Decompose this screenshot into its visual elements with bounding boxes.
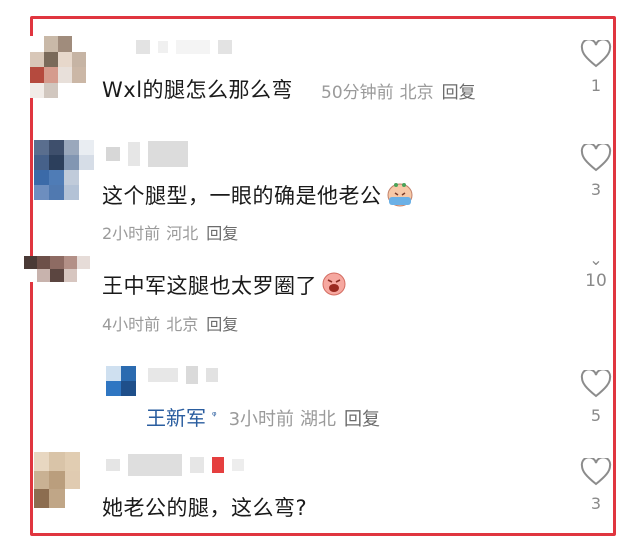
comment-time: 50分钟前 — [321, 83, 394, 103]
comment-time: 2小时前 — [102, 224, 161, 243]
comment-time: 3小时前 — [228, 409, 295, 430]
like-button[interactable]: 3 — [576, 458, 616, 513]
username-blurred[interactable] — [106, 454, 244, 476]
reply-button[interactable]: 回复 — [344, 409, 380, 430]
crying-face-emoji — [386, 181, 414, 212]
username-blurred[interactable] — [136, 40, 232, 54]
reply-button[interactable]: 回复 — [442, 83, 476, 103]
reply-meta: 王新军 ᵠ 3小时前 湖北 回复 — [146, 402, 380, 431]
like-count: 3 — [590, 180, 602, 199]
like-button[interactable]: 3 — [576, 144, 616, 199]
heart-icon — [580, 370, 612, 398]
username-blurred[interactable] — [106, 141, 188, 167]
like-button[interactable]: 1 — [576, 40, 616, 95]
reply-button[interactable]: 回复 — [206, 315, 238, 334]
comment-time: 4小时前 — [102, 315, 161, 334]
comment-text-body: 这个腿型，一眼的确是他老公 — [102, 184, 382, 208]
comment-meta: 2小时前 河北 回复 — [102, 220, 238, 244]
like-button[interactable]: 5 — [576, 370, 616, 425]
chevron-down-icon[interactable]: ⌄ — [576, 250, 616, 269]
search-icon[interactable]: ᵠ — [212, 409, 217, 422]
comment-text: 王中军这腿也太罗圈了 — [102, 270, 347, 302]
reply-button[interactable]: 回复 — [206, 224, 238, 243]
comment-meta: 50分钟前 北京 回复 — [321, 78, 476, 103]
avatar[interactable] — [34, 140, 94, 200]
reply-author[interactable]: 王新军 — [146, 406, 206, 430]
avatar[interactable] — [34, 452, 80, 508]
username-blurred[interactable] — [148, 366, 218, 384]
heart-icon — [580, 144, 612, 172]
comment-text: 这个腿型，一眼的确是他老公 — [102, 180, 414, 212]
heart-icon — [580, 458, 612, 486]
like-button[interactable]: ⌄ 10 — [576, 250, 616, 291]
avatar[interactable] — [30, 36, 86, 98]
comment-text: Wxl的腿怎么那么弯 — [102, 78, 294, 102]
like-count: 3 — [590, 494, 602, 513]
avatar[interactable] — [24, 256, 90, 282]
comment-text-body: 王中军这腿也太罗圈了 — [102, 274, 317, 298]
comment-location: 北京 — [166, 315, 199, 334]
avatar[interactable] — [106, 366, 136, 396]
like-count: 5 — [590, 406, 602, 425]
heart-icon — [580, 40, 612, 68]
comment-location: 北京 — [399, 83, 434, 103]
like-count: 10 — [585, 271, 607, 291]
comment-text: 她老公的腿，这么弯? — [102, 496, 308, 520]
tired-face-emoji — [321, 271, 347, 302]
comment-location: 湖北 — [300, 409, 337, 430]
comment-meta: 4小时前 北京 回复 — [102, 311, 238, 335]
comment-location: 河北 — [166, 224, 199, 243]
like-count: 1 — [590, 76, 602, 95]
